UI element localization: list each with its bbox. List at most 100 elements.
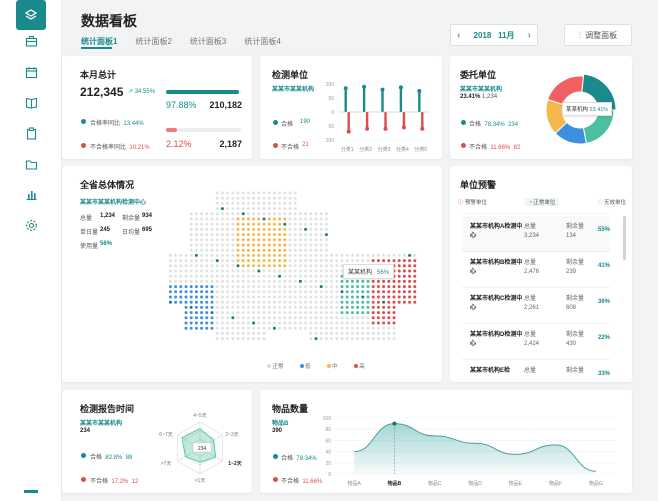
map-dot: [371, 300, 375, 304]
warning-row[interactable]: 某某市机构A检测中心 总量 3,234 剩余量 134 55%: [462, 216, 610, 252]
map-dot: [283, 227, 287, 231]
legend-warning[interactable]: ⓘ 预警单位: [458, 198, 487, 206]
map-dot: [278, 207, 282, 211]
map-dot: [231, 196, 235, 200]
warning-row[interactable]: 某某市机构D检测中心 总量 2,424 剩余量 430 22%: [462, 324, 610, 360]
warning-row[interactable]: 某某市机构C检测中心 总量 2,261 剩余量 608 36%: [462, 288, 610, 324]
map-dot: [272, 290, 276, 294]
map-dot: [231, 300, 235, 304]
map-dot: [257, 238, 261, 242]
warning-row[interactable]: 某某市机构B检测中心 总量 2,476 剩余量 239 41%: [462, 252, 610, 288]
map-dot: [262, 300, 266, 304]
tab-panel-4[interactable]: 统计面板4: [244, 36, 280, 47]
map-dot: [236, 321, 240, 325]
map-dot: [200, 233, 204, 237]
legend-invalid[interactable]: ⓘ 无效单位: [597, 198, 626, 206]
y-tick-label: 100: [326, 82, 335, 88]
warning-row[interactable]: 某某市机构E检 总量 剩余量 33%: [462, 360, 610, 382]
map-dot: [356, 300, 360, 304]
tab-panel-1[interactable]: 统计面板1: [81, 36, 117, 47]
map-dot: [231, 326, 235, 330]
map-dot: [382, 279, 386, 283]
tab-panel-2[interactable]: 统计面板2: [135, 36, 171, 47]
map-dot: [392, 285, 396, 289]
map-dot: [293, 222, 297, 226]
map-dot: [257, 305, 261, 309]
map-dot: [356, 316, 360, 320]
map-dot: [226, 243, 230, 247]
map-dot: [272, 207, 276, 211]
map-dot: [236, 326, 240, 330]
folder-icon[interactable]: [20, 153, 42, 175]
clipboard-icon[interactable]: [20, 122, 42, 144]
legend-normal[interactable]: ◔ 正常单位: [524, 198, 560, 206]
map-dot: [174, 264, 178, 268]
settings-icon[interactable]: [20, 214, 42, 236]
map-dot: [189, 274, 193, 278]
map-dot: [236, 305, 240, 309]
map-dot: [309, 248, 313, 252]
map-dot: [189, 243, 193, 247]
map-dot: [226, 305, 230, 309]
map-dot: [309, 300, 313, 304]
map-dot: [184, 285, 188, 289]
map-dot: [335, 285, 339, 289]
map-dot: [241, 311, 245, 315]
pass-percent: 97.88%: [166, 100, 197, 110]
adjust-panel-button[interactable]: ⫶ 调整面板: [564, 24, 632, 46]
map-dot: [200, 326, 204, 330]
map-dot: [220, 248, 224, 252]
map-dot: [272, 238, 276, 242]
book-icon[interactable]: [20, 91, 42, 113]
bar-chart-icon[interactable]: [20, 183, 42, 205]
unit-percent: 36%: [597, 299, 610, 305]
map-dot: [293, 217, 297, 221]
map-dot: [293, 295, 297, 299]
map-dot: [205, 279, 209, 283]
map-dot: [324, 227, 328, 231]
chevron-right-icon[interactable]: ›: [528, 30, 531, 41]
map-dot: [376, 331, 380, 335]
layers-icon[interactable]: [16, 0, 46, 30]
map-dot: [309, 269, 313, 273]
map-dot: [267, 248, 271, 252]
map-dot: [262, 326, 266, 330]
tab-panel-3[interactable]: 统计面板3: [190, 36, 226, 47]
map-dot: [324, 305, 328, 309]
chevron-left-icon[interactable]: ‹: [457, 30, 460, 41]
map-dot: [215, 305, 219, 309]
map-dot: [252, 238, 256, 242]
scrollbar[interactable]: [623, 216, 626, 260]
map-dot: [252, 321, 256, 325]
calendar-icon[interactable]: [20, 61, 42, 83]
map-dot: [179, 295, 183, 299]
map-dot: [330, 264, 334, 268]
map-dot: [189, 285, 193, 289]
map-dot: [402, 279, 406, 283]
map-dot: [215, 212, 219, 216]
map-dot: [246, 253, 250, 257]
map-dot: [371, 321, 375, 325]
collapse-handle[interactable]: [24, 490, 38, 493]
map-dot: [272, 243, 276, 247]
map-dot: [371, 316, 375, 320]
map-dot: [231, 337, 235, 341]
map-dot: [252, 337, 256, 341]
briefcase-icon[interactable]: [20, 30, 42, 52]
province-overview-card: 全省总体情况 某某市某某机构检测中心 总量 1,234 剩余量 934 单日量 …: [62, 166, 442, 382]
map-dot: [246, 259, 250, 263]
map-dot: [288, 321, 292, 325]
map-dot: [246, 321, 250, 325]
map-dot: [215, 243, 219, 247]
map-dot: [272, 248, 276, 252]
map-dot: [314, 233, 318, 237]
map-dot: [376, 337, 380, 341]
map-dot: [376, 253, 380, 257]
date-picker[interactable]: ‹ 2018 11月 ›: [450, 24, 538, 46]
map-dot: [304, 300, 308, 304]
map-dot: [283, 316, 287, 320]
map-dot: [304, 222, 308, 226]
map-dot: [267, 201, 271, 205]
map-dot: [267, 227, 271, 231]
map-dot: [226, 279, 230, 283]
